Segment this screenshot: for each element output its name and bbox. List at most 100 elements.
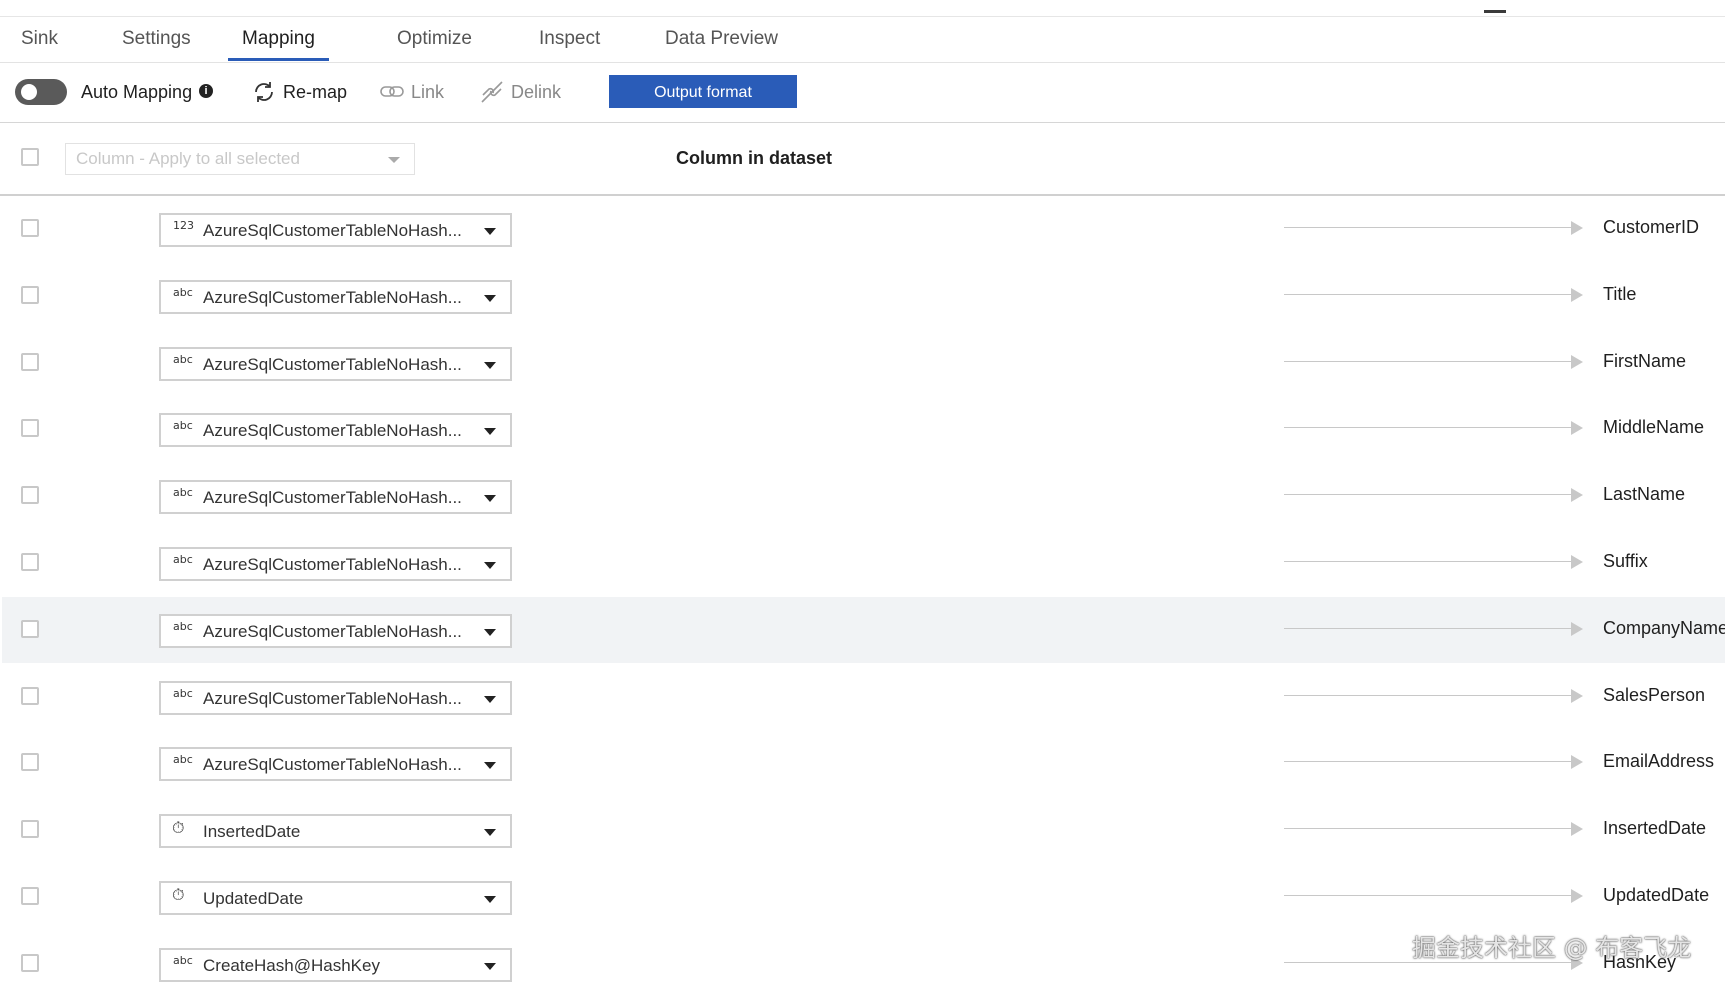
row-checkbox[interactable]: [21, 419, 39, 437]
table-row[interactable]: abc AzureSqlCustomerTableNoHash... Title: [2, 263, 1725, 329]
string-type-icon: abc: [173, 753, 193, 766]
source-column-select[interactable]: abc AzureSqlCustomerTableNoHash...: [159, 347, 512, 381]
row-checkbox[interactable]: [21, 954, 39, 972]
destination-column-name: CustomerID: [1603, 217, 1700, 237]
info-icon[interactable]: i: [199, 84, 213, 98]
arrow-right-icon: [1571, 622, 1583, 636]
toggle-knob: [21, 84, 37, 100]
row-checkbox[interactable]: [21, 820, 39, 838]
source-column-select[interactable]: abc AzureSqlCustomerTableNoHash...: [159, 547, 512, 581]
row-checkbox[interactable]: [21, 753, 39, 771]
row-checkbox[interactable]: [21, 553, 39, 571]
destination-column-name: Title: [1603, 284, 1637, 304]
auto-mapping-label: Auto Mapping: [81, 82, 193, 102]
row-checkbox[interactable]: [21, 687, 39, 705]
destination-column-name: SalesPerson: [1603, 685, 1706, 705]
destination-column-name: CompanyName: [1603, 618, 1725, 638]
chevron-down-icon: [484, 428, 496, 435]
refresh-icon[interactable]: [251, 79, 277, 105]
table-row[interactable]: abc AzureSqlCustomerTableNoHash... FirstNa…: [2, 330, 1725, 396]
chevron-down-icon: [484, 762, 496, 769]
source-column-value: AzureSqlCustomerTableNoHash...: [203, 421, 462, 440]
delink-icon[interactable]: [479, 79, 505, 105]
string-type-icon: abc: [173, 553, 193, 566]
minimize-icon[interactable]: [1484, 10, 1506, 13]
source-column-select[interactable]: abc AzureSqlCustomerTableNoHash...: [159, 280, 512, 314]
table-row[interactable]: abc AzureSqlCustomerTableNoHash... EmailAd…: [2, 730, 1725, 796]
arrow-right-icon: [1571, 355, 1583, 369]
delink-button[interactable]: Delink: [511, 82, 561, 103]
source-column-select[interactable]: abc AzureSqlCustomerTableNoHash...: [159, 480, 512, 514]
table-row[interactable]: abc AzureSqlCustomerTableNoHash... SalesPe…: [2, 664, 1725, 730]
tab-inspect[interactable]: Inspect: [539, 28, 600, 58]
mapping-arrow-line: [1284, 895, 1574, 896]
link-icon[interactable]: [379, 79, 405, 105]
table-row[interactable]: ⏱ InsertedDate InsertedDate: [2, 797, 1725, 863]
tab-mapping[interactable]: Mapping: [228, 28, 329, 61]
source-column-select[interactable]: 123 AzureSqlCustomerTableNoHash...: [159, 213, 512, 247]
row-checkbox[interactable]: [21, 620, 39, 638]
table-row[interactable]: abc AzureSqlCustomerTableNoHash... Suffix: [2, 530, 1725, 596]
mapping-arrow-line: [1284, 494, 1574, 495]
destination-column-name: MiddleName: [1603, 417, 1705, 437]
source-column-value: AzureSqlCustomerTableNoHash...: [203, 488, 462, 507]
row-checkbox[interactable]: [21, 486, 39, 504]
chevron-down-icon: [484, 228, 496, 235]
source-column-select[interactable]: ⏱ UpdatedDate: [159, 881, 512, 915]
row-checkbox[interactable]: [21, 219, 39, 237]
clock-icon: ⏱: [172, 885, 185, 904]
destination-column-name: FirstName: [1603, 351, 1687, 371]
source-column-value: AzureSqlCustomerTableNoHash...: [203, 689, 462, 708]
mapping-toolbar: Auto Mapping i Re-map Link Delink Output…: [0, 70, 1725, 123]
mapping-arrow-line: [1284, 695, 1574, 696]
mapping-arrow-line: [1284, 828, 1574, 829]
watermark: 掘金技术社区 @ 布客飞龙: [1412, 934, 1692, 962]
source-column-select[interactable]: abc AzureSqlCustomerTableNoHash...: [159, 681, 512, 715]
auto-mapping-toggle[interactable]: [15, 79, 67, 105]
source-column-select[interactable]: abc CreateHash@HashKey: [159, 948, 512, 982]
source-column-select[interactable]: ⏱ InsertedDate: [159, 814, 512, 848]
mapping-header: Column - Apply to all selected Column in…: [0, 124, 1725, 196]
source-column-value: AzureSqlCustomerTableNoHash...: [203, 355, 462, 374]
source-column-value: AzureSqlCustomerTableNoHash...: [203, 221, 462, 240]
arrow-right-icon: [1571, 889, 1583, 903]
source-column-value: UpdatedDate: [203, 889, 304, 908]
row-checkbox[interactable]: [21, 887, 39, 905]
table-row[interactable]: 123 AzureSqlCustomerTableNoHash... Custome…: [2, 196, 1725, 262]
table-row[interactable]: abc AzureSqlCustomerTableNoHash... Company…: [2, 597, 1725, 663]
chevron-down-icon: [484, 362, 496, 369]
tab-sink[interactable]: Sink: [21, 28, 58, 58]
source-column-select[interactable]: abc AzureSqlCustomerTableNoHash...: [159, 614, 512, 648]
row-checkbox[interactable]: [21, 353, 39, 371]
table-row[interactable]: ⏱ UpdatedDate UpdatedDate: [2, 864, 1725, 930]
link-button[interactable]: Link: [411, 82, 444, 103]
source-column-value: AzureSqlCustomerTableNoHash...: [203, 555, 462, 574]
mapping-arrow-line: [1284, 227, 1574, 228]
apply-to-all-placeholder: Column - Apply to all selected: [76, 149, 300, 168]
arrow-right-icon: [1571, 822, 1583, 836]
destination-column-name: EmailAddress: [1603, 751, 1715, 771]
column-in-dataset-heading: Column in dataset: [676, 148, 833, 168]
chevron-down-icon: [484, 495, 496, 502]
table-row[interactable]: abc AzureSqlCustomerTableNoHash... LastNam…: [2, 463, 1725, 529]
clock-icon: ⏱: [172, 818, 185, 837]
string-type-icon: abc: [173, 687, 193, 700]
arrow-right-icon: [1571, 221, 1583, 235]
string-type-icon: abc: [173, 486, 193, 499]
table-row[interactable]: abc AzureSqlCustomerTableNoHash... MiddleN…: [2, 396, 1725, 462]
apply-to-all-select[interactable]: Column - Apply to all selected: [65, 143, 415, 175]
window-top-bar: [0, 0, 1725, 17]
source-column-select[interactable]: abc AzureSqlCustomerTableNoHash...: [159, 413, 512, 447]
remap-button[interactable]: Re-map: [283, 82, 347, 103]
string-type-icon: abc: [173, 620, 193, 633]
source-column-select[interactable]: abc AzureSqlCustomerTableNoHash...: [159, 747, 512, 781]
tab-data-preview[interactable]: Data Preview: [665, 28, 778, 58]
tab-settings[interactable]: Settings: [122, 28, 191, 58]
select-all-checkbox[interactable]: [21, 148, 39, 166]
chevron-down-icon: [484, 295, 496, 302]
tab-optimize[interactable]: Optimize: [397, 28, 472, 58]
source-column-value: InsertedDate: [203, 822, 301, 841]
row-checkbox[interactable]: [21, 286, 39, 304]
chevron-down-icon: [484, 562, 496, 569]
output-format-button[interactable]: Output format: [609, 75, 797, 108]
